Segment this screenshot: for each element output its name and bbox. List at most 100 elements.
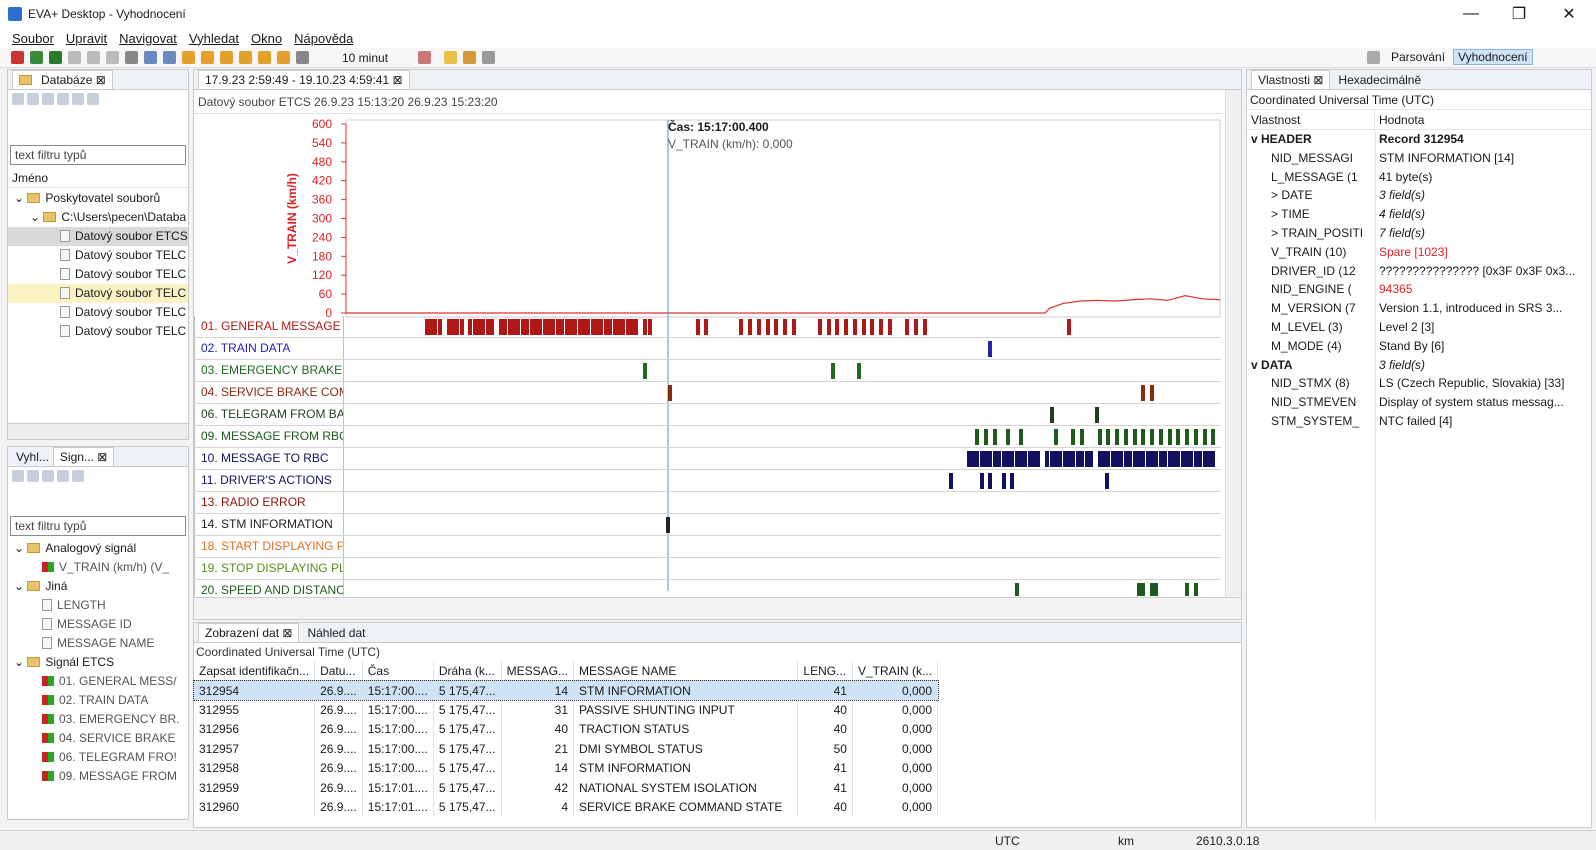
event-marker[interactable]	[1150, 429, 1155, 445]
next-icon[interactable]	[239, 51, 252, 64]
tree-file[interactable]: Datový soubor TELC	[8, 265, 188, 284]
event-marker[interactable]	[1088, 451, 1093, 467]
pdf-icon[interactable]	[11, 51, 24, 64]
event-lane[interactable]: 10. MESSAGE TO RBC	[194, 448, 1221, 470]
expand-icon[interactable]	[57, 470, 69, 482]
copy-icon[interactable]	[87, 51, 100, 64]
database-tab[interactable]: Databáze ⊠	[12, 70, 113, 89]
event-marker[interactable]	[1104, 473, 1109, 489]
event-marker[interactable]	[1049, 407, 1054, 423]
horizontal-scrollbar[interactable]	[8, 423, 188, 439]
event-marker[interactable]	[1014, 583, 1019, 596]
calendar-icon[interactable]	[444, 51, 458, 64]
event-marker[interactable]	[1202, 429, 1207, 445]
timezone-status[interactable]: UTC	[995, 834, 1020, 848]
event-marker[interactable]	[922, 319, 927, 335]
collapse-icon[interactable]	[72, 470, 84, 482]
event-marker[interactable]	[1167, 429, 1172, 445]
event-marker[interactable]	[774, 319, 779, 335]
menu-vyhledat[interactable]: Vyhledat	[189, 31, 239, 46]
event-lane[interactable]: 09. MESSAGE FROM RBC	[194, 426, 1221, 448]
menu-napoveda[interactable]: Nápověda	[294, 31, 353, 46]
event-marker[interactable]	[1150, 385, 1155, 401]
property-row[interactable]: DRIVER_ID (12 ??????????????? [0x3F 0x3F …	[1247, 262, 1591, 281]
column-header[interactable]: Dráha (k...	[433, 661, 502, 681]
grid-icon[interactable]	[163, 51, 176, 64]
event-marker[interactable]	[490, 319, 495, 335]
property-row[interactable]: > TIME 4 field(s)	[1247, 205, 1591, 224]
column-header[interactable]: V_TRAIN (k...	[852, 661, 939, 681]
play-icon[interactable]	[12, 470, 24, 482]
property-row[interactable]: v DATA 3 field(s)	[1247, 356, 1591, 375]
event-marker[interactable]	[992, 429, 997, 445]
minimize-button[interactable]: —	[1448, 0, 1494, 28]
value-column-header[interactable]: Hodnota	[1375, 110, 1424, 129]
event-marker[interactable]	[870, 319, 875, 335]
column-header[interactable]: MESSAG...	[501, 661, 575, 681]
properties-tab[interactable]: Vlastnosti ⊠	[1251, 70, 1331, 89]
event-marker[interactable]	[1053, 429, 1058, 445]
close-button[interactable]: ✕	[1546, 0, 1592, 28]
event-lane[interactable]: 03. EMERGENCY BRAKE C...	[194, 360, 1221, 382]
property-row[interactable]: NID_STMX (8) LS (Czech Republic, Slovakia…	[1247, 374, 1591, 393]
event-lane[interactable]: 01. GENERAL MESSAGE	[194, 316, 1221, 338]
hex-tab[interactable]: Hexadecimálně	[1330, 73, 1421, 87]
tree-file[interactable]: Datový soubor ETCS	[8, 227, 188, 246]
event-marker[interactable]	[1141, 385, 1146, 401]
excel-icon[interactable]	[30, 51, 43, 64]
event-marker[interactable]	[667, 385, 672, 401]
property-row[interactable]: NID_MESSAGI STM INFORMATION [14]	[1247, 149, 1591, 168]
event-marker[interactable]	[1193, 583, 1198, 596]
event-marker[interactable]	[665, 517, 670, 533]
tree-file[interactable]: Datový soubor TELC	[8, 303, 188, 322]
property-row[interactable]: V_TRAIN (10) Spare [1023]	[1247, 243, 1591, 262]
property-row[interactable]: M_VERSION (7 Version 1.1, introduced in S…	[1247, 299, 1591, 318]
event-marker[interactable]	[852, 319, 857, 335]
column-header[interactable]: Čas	[362, 661, 434, 681]
event-marker[interactable]	[704, 319, 709, 335]
stop-icon[interactable]	[27, 470, 39, 482]
collapse-icon[interactable]	[27, 93, 39, 105]
perspective-eval[interactable]: Vyhodnocení	[1453, 49, 1533, 65]
event-marker[interactable]	[765, 319, 770, 335]
open-perspective-icon[interactable]	[1367, 50, 1380, 64]
event-marker[interactable]	[791, 319, 796, 335]
menu-navigovat[interactable]: Navigovat	[119, 31, 177, 46]
signal-item[interactable]: 06. TELEGRAM FRO!	[8, 748, 188, 767]
signal-group[interactable]: ⌄ Signál ETCS	[8, 653, 188, 672]
property-row[interactable]: v HEADER Record 312954	[1247, 130, 1591, 149]
column-header[interactable]: Zapsat identifikačn...	[194, 661, 316, 681]
event-marker[interactable]	[647, 319, 652, 335]
event-marker[interactable]	[1005, 429, 1010, 445]
event-lane[interactable]: 02. TRAIN DATA	[194, 338, 1221, 360]
data-preview-tab[interactable]: Náhled dat	[299, 626, 365, 640]
event-lane[interactable]: 19. STOP DISPLAYING PLA...	[194, 558, 1221, 580]
time-window-select[interactable]: 10 minut	[342, 51, 388, 65]
event-marker[interactable]	[1185, 583, 1190, 596]
signal-group[interactable]: ⌄ Analogový signál	[8, 539, 188, 558]
event-marker[interactable]	[634, 319, 639, 335]
tree-file[interactable]: Datový soubor TELC	[8, 322, 188, 341]
vertical-scrollbar[interactable]	[1225, 90, 1241, 597]
window-icon[interactable]	[144, 51, 157, 64]
name-column-header[interactable]: Jméno	[8, 168, 188, 188]
event-marker[interactable]	[1080, 429, 1085, 445]
expand-icon[interactable]	[42, 93, 54, 105]
signals-filter-input[interactable]: text filtru typů	[10, 516, 186, 536]
event-marker[interactable]	[949, 473, 954, 489]
filter-icon[interactable]	[418, 51, 432, 64]
menu-okno[interactable]: Okno	[251, 31, 282, 46]
event-marker[interactable]	[879, 319, 884, 335]
perspective-parse[interactable]: Parsování	[1391, 50, 1445, 64]
signal-item[interactable]: 04. SERVICE BRAKE	[8, 729, 188, 748]
event-marker[interactable]	[1154, 583, 1159, 596]
tree-file[interactable]: Datový soubor TELC	[8, 246, 188, 265]
prev-icon[interactable]	[220, 51, 233, 64]
event-lane[interactable]: 13. RADIO ERROR	[194, 492, 1221, 514]
import-icon[interactable]	[72, 93, 84, 105]
event-marker[interactable]	[826, 319, 831, 335]
signal-group[interactable]: ⌄ Jiná	[8, 577, 188, 596]
plugin-icon[interactable]	[482, 51, 496, 64]
event-marker[interactable]	[984, 429, 989, 445]
event-lane[interactable]: 11. DRIVER'S ACTIONS	[194, 470, 1221, 492]
